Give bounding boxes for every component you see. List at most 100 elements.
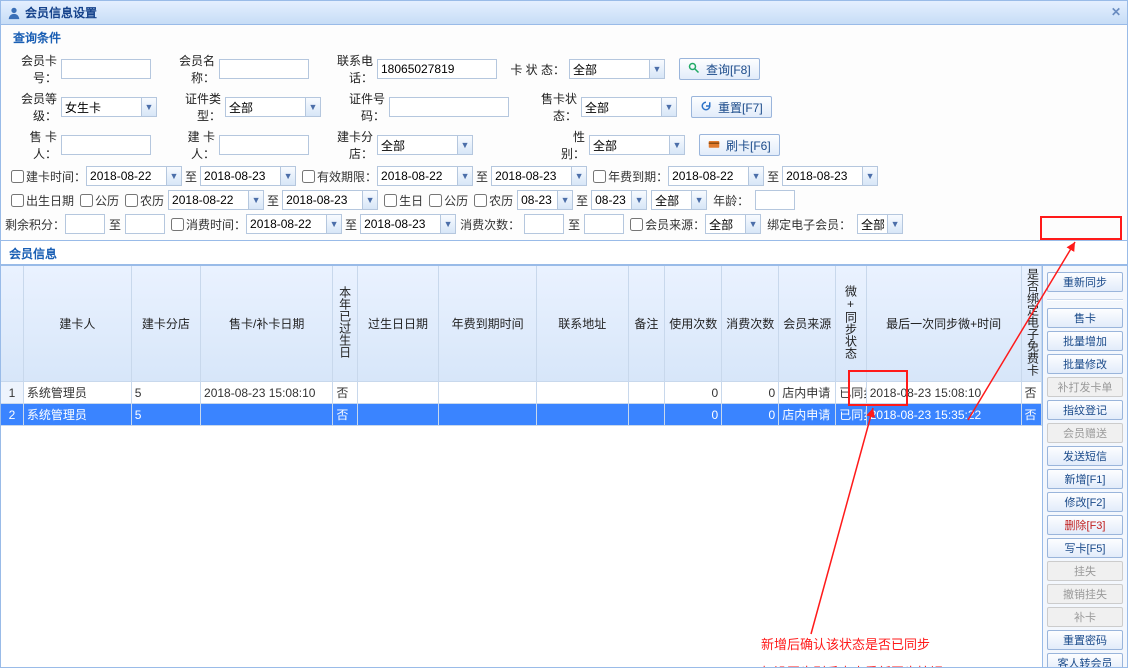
query-button[interactable]: 查询[F8]: [679, 58, 760, 80]
points-to[interactable]: [125, 214, 165, 234]
valid-from[interactable]: [377, 166, 457, 186]
bday-scope[interactable]: [651, 190, 691, 210]
batch-mod-button[interactable]: 批量修改: [1047, 354, 1123, 374]
chevron-down-icon[interactable]: ▼: [457, 166, 473, 186]
reissue-button[interactable]: 补打发卡单: [1047, 377, 1123, 397]
chevron-down-icon[interactable]: ▼: [661, 97, 677, 117]
col-bind[interactable]: 是否绑定电子免费卡: [1021, 266, 1042, 382]
consume-cnt-from[interactable]: [524, 214, 564, 234]
chevron-down-icon[interactable]: ▼: [305, 97, 321, 117]
bday-to[interactable]: [591, 190, 631, 210]
valid-to[interactable]: [491, 166, 571, 186]
col-use[interactable]: 使用次数: [665, 266, 722, 382]
col-bday-pass[interactable]: 本年已过生日: [333, 266, 357, 382]
chevron-down-icon[interactable]: ▼: [248, 190, 264, 210]
card-status-select[interactable]: [569, 59, 649, 79]
yearfee-check[interactable]: [593, 170, 606, 183]
chevron-down-icon[interactable]: ▼: [649, 59, 665, 79]
creator-input[interactable]: [219, 135, 309, 155]
chevron-down-icon[interactable]: ▼: [166, 166, 182, 186]
col-remark[interactable]: 备注: [628, 266, 665, 382]
gongli2-check[interactable]: [429, 194, 442, 207]
lost-button[interactable]: 挂失: [1047, 561, 1123, 581]
create-time-check[interactable]: [11, 170, 24, 183]
sell-button[interactable]: 售卡: [1047, 308, 1123, 328]
add-button[interactable]: 新增[F1]: [1047, 469, 1123, 489]
points-from[interactable]: [65, 214, 105, 234]
col-yearfee[interactable]: 年费到期时间: [439, 266, 537, 382]
resync-button[interactable]: 重新同步: [1047, 272, 1123, 292]
create-from[interactable]: [86, 166, 166, 186]
saler-input[interactable]: [61, 135, 151, 155]
resetpwd-button[interactable]: 重置密码: [1047, 630, 1123, 650]
create-to[interactable]: [200, 166, 280, 186]
birth-to[interactable]: [282, 190, 362, 210]
yearfee-from[interactable]: [668, 166, 748, 186]
col-synctime[interactable]: 最后一次同步微+时间: [866, 266, 1021, 382]
gender-select[interactable]: [589, 135, 669, 155]
reset-button[interactable]: 重置[F7]: [691, 96, 772, 118]
source-select[interactable]: [705, 214, 745, 234]
gift-button[interactable]: 会员赠送: [1047, 423, 1123, 443]
chevron-down-icon[interactable]: ▼: [326, 214, 342, 234]
age-input[interactable]: [755, 190, 795, 210]
chevron-down-icon[interactable]: ▼: [362, 190, 378, 210]
chevron-down-icon[interactable]: ▼: [141, 97, 157, 117]
name-input[interactable]: [219, 59, 309, 79]
write-button[interactable]: 写卡[F5]: [1047, 538, 1123, 558]
chevron-down-icon[interactable]: ▼: [457, 135, 473, 155]
chevron-down-icon[interactable]: ▼: [557, 190, 573, 210]
chevron-down-icon[interactable]: ▼: [571, 166, 587, 186]
chevron-down-icon[interactable]: ▼: [691, 190, 707, 210]
recard-button[interactable]: 补卡: [1047, 607, 1123, 627]
chevron-down-icon[interactable]: ▼: [440, 214, 456, 234]
close-icon[interactable]: ✕: [1111, 5, 1121, 19]
table-row[interactable]: 2系统管理员5否00店内申请已同步2018-08-23 15:35:22否: [1, 404, 1042, 426]
consume-to[interactable]: [360, 214, 440, 234]
nongli-check[interactable]: [125, 194, 138, 207]
gongli-check[interactable]: [80, 194, 93, 207]
col-consume[interactable]: 消费次数: [722, 266, 779, 382]
birth-from[interactable]: [168, 190, 248, 210]
unlost-button[interactable]: 撤销挂失: [1047, 584, 1123, 604]
table-row[interactable]: 1系统管理员52018-08-23 15:08:10否00店内申请已同步2018…: [1, 382, 1042, 404]
edit-button[interactable]: 修改[F2]: [1047, 492, 1123, 512]
batch-add-button[interactable]: 批量增加: [1047, 331, 1123, 351]
source-check[interactable]: [630, 218, 643, 231]
cert-no-input[interactable]: [389, 97, 509, 117]
bday-from[interactable]: [517, 190, 557, 210]
consume-from[interactable]: [246, 214, 326, 234]
yearfee-to[interactable]: [782, 166, 862, 186]
chevron-down-icon[interactable]: ▼: [862, 166, 878, 186]
refresh-button[interactable]: 刷卡[F6]: [699, 134, 780, 156]
consume-time-check[interactable]: [171, 218, 184, 231]
level-select[interactable]: [61, 97, 141, 117]
cert-type-select[interactable]: [225, 97, 305, 117]
col-bday[interactable]: 过生日日期: [357, 266, 438, 382]
phone-input[interactable]: [377, 59, 497, 79]
chevron-down-icon[interactable]: ▼: [745, 214, 761, 234]
bind-ecard-select[interactable]: [857, 214, 887, 234]
del-button[interactable]: 删除[F3]: [1047, 515, 1123, 535]
col-store[interactable]: 建卡分店: [131, 266, 200, 382]
chevron-down-icon[interactable]: ▼: [631, 190, 647, 210]
consume-cnt-to[interactable]: [584, 214, 624, 234]
card-no-input[interactable]: [61, 59, 151, 79]
create-store-select[interactable]: [377, 135, 457, 155]
col-addr[interactable]: 联系地址: [536, 266, 628, 382]
col-date[interactable]: 售卡/补卡日期: [201, 266, 333, 382]
sale-status-select[interactable]: [581, 97, 661, 117]
col-source[interactable]: 会员来源: [779, 266, 836, 382]
sms-button[interactable]: 发送短信: [1047, 446, 1123, 466]
birthday-check[interactable]: [384, 194, 397, 207]
col-creator[interactable]: 建卡人: [23, 266, 131, 382]
chevron-down-icon[interactable]: ▼: [748, 166, 764, 186]
guest2mem-button[interactable]: 客人转会员: [1047, 653, 1123, 667]
chevron-down-icon[interactable]: ▼: [887, 214, 903, 234]
birth-check[interactable]: [11, 194, 24, 207]
nongli2-check[interactable]: [474, 194, 487, 207]
valid-check[interactable]: [302, 170, 315, 183]
chevron-down-icon[interactable]: ▼: [669, 135, 685, 155]
finger-button[interactable]: 指纹登记: [1047, 400, 1123, 420]
chevron-down-icon[interactable]: ▼: [280, 166, 296, 186]
